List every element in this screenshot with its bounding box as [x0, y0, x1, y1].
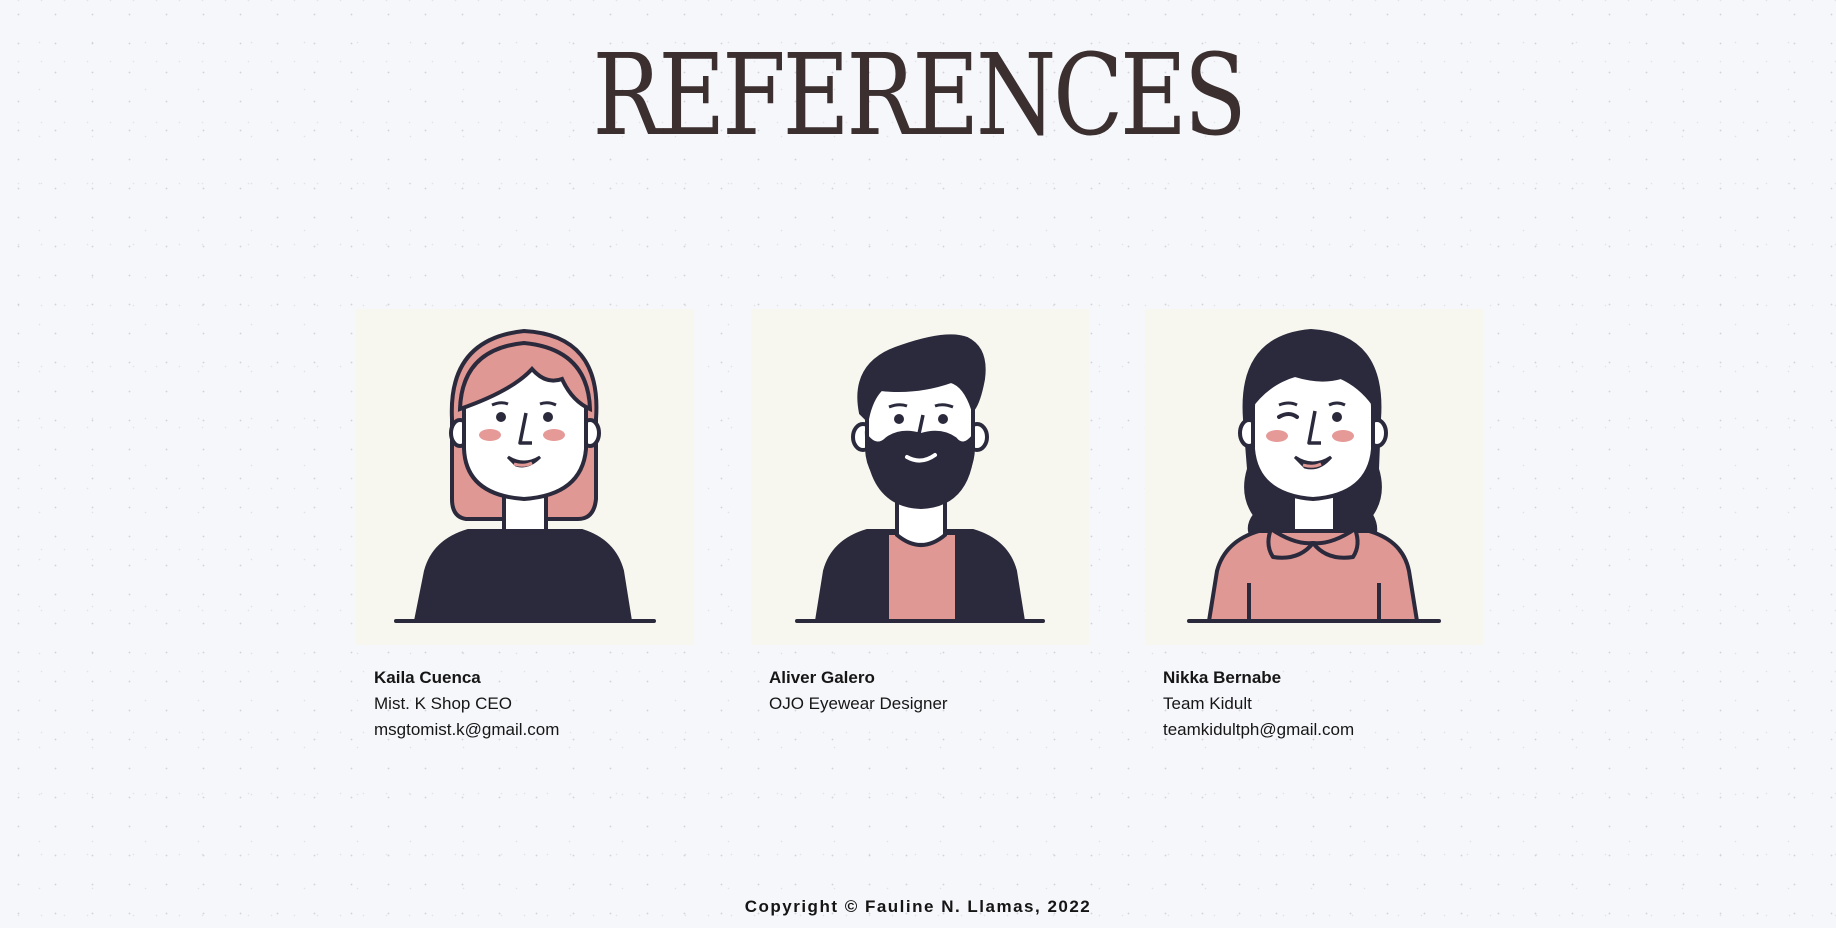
reference-role: Mist. K Shop CEO — [374, 694, 512, 713]
reference-role: OJO Eyewear Designer — [769, 694, 948, 713]
reference-role: Team Kidult — [1163, 694, 1252, 713]
reference-card: Aliver Galero OJO Eyewear Designer — [751, 309, 1089, 717]
reference-info: Kaila Cuenca Mist. K Shop CEO msgtomist.… — [356, 665, 694, 743]
reference-info: Nikka Bernabe Team Kidult teamkidultph@g… — [1145, 665, 1483, 743]
copyright-footer: Copyright © Fauline N. Llamas, 2022 — [744, 897, 1092, 916]
reference-email[interactable]: msgtomist.k@gmail.com — [374, 717, 694, 743]
reference-card: Nikka Bernabe Team Kidult teamkidultph@g… — [1145, 309, 1483, 743]
reference-name: Aliver Galero — [769, 668, 875, 687]
reference-name: Kaila Cuenca — [374, 668, 481, 687]
reference-email[interactable]: teamkidultph@gmail.com — [1163, 717, 1483, 743]
woman-pink-bob-hair-avatar-icon — [356, 309, 694, 645]
reference-card: Kaila Cuenca Mist. K Shop CEO msgtomist.… — [356, 309, 694, 743]
reference-name: Nikka Bernabe — [1163, 668, 1282, 687]
page-title: REFERENCES — [592, 31, 1247, 161]
woman-long-dark-hair-avatar-icon — [1145, 309, 1483, 645]
bearded-man-avatar-icon — [751, 309, 1089, 645]
reference-info: Aliver Galero OJO Eyewear Designer — [751, 665, 1089, 717]
references-grid: Kaila Cuenca Mist. K Shop CEO msgtomist.… — [356, 309, 1483, 749]
